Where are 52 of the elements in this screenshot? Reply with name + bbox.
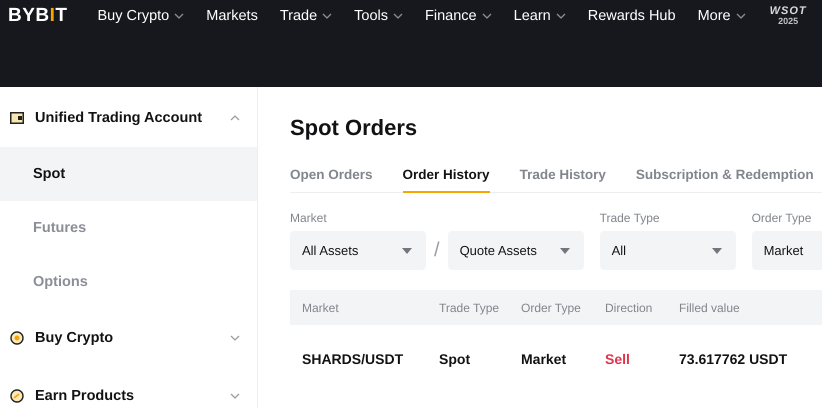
tab[interactable]: Subscription & Redemption [636,163,814,193]
table-cell-text: Spot [439,351,472,367]
column-header: Filled value [679,300,741,314]
table-cell-text: Market [521,351,568,367]
chevron-down-icon [482,12,492,18]
chevron-down-icon [556,12,566,18]
table-cell-text: Sell [605,351,631,367]
event-badge[interactable]: WSOT 2025 [770,6,807,26]
card-icon [10,112,24,124]
chevron-down-icon [736,12,746,18]
gauge-icon [10,389,24,403]
chevron-up-icon [230,115,240,121]
chevron-down-icon [174,12,184,18]
nav-link[interactable]: Tools [354,8,404,24]
sidebar-section[interactable]: Unified Trading Account [0,89,257,147]
nav-link[interactable]: Rewards Hub [588,8,676,24]
slash-separator: / [434,239,440,262]
nav-link[interactable]: Learn [514,8,566,24]
table-cell-text: 73.617762 USDT [679,351,788,367]
sidebar-item[interactable]: Spot [0,147,257,201]
filter-label: Trade Type [600,211,661,225]
tab[interactable]: Order History [402,163,490,193]
sidebar-section[interactable]: Buy Crypto [0,309,257,367]
page-title: Spot Orders [290,115,418,142]
chevron-down-icon [230,393,240,399]
dropdown-field[interactable]: All Assets [290,231,426,270]
column-header: Trade Type [439,300,500,314]
nav-link[interactable]: Buy Crypto [98,8,184,24]
chevron-down-icon [393,12,404,18]
nav-link[interactable]: More [698,8,746,24]
dropdown-field[interactable]: Market [752,231,822,270]
caret-icon [712,248,722,254]
nav-link[interactable]: Finance [425,8,492,24]
sidebar-section[interactable]: Earn Products [0,367,257,408]
nav-link[interactable]: Markets [206,8,258,24]
dropdown-field[interactable]: Quote Assets [448,231,584,270]
nav-link[interactable]: Trade [280,8,332,24]
caret-icon [402,248,412,254]
coin-icon [10,331,24,345]
column-header: Order Type [521,300,582,314]
column-header: Direction [605,300,654,314]
table-cell-text: SHARDS/USDT [302,351,404,367]
chevron-down-icon [230,335,240,341]
filter-label: Market [290,211,328,225]
caret-icon [560,248,570,254]
column-header: Market [302,300,340,314]
logo[interactable]: BYBIT [8,4,68,26]
chevron-down-icon [322,12,332,18]
tab[interactable]: Trade History [520,163,606,193]
filter-label: Order Type [752,211,812,225]
dropdown-field[interactable]: All [600,231,736,270]
tab[interactable]: Open Orders [290,163,373,193]
